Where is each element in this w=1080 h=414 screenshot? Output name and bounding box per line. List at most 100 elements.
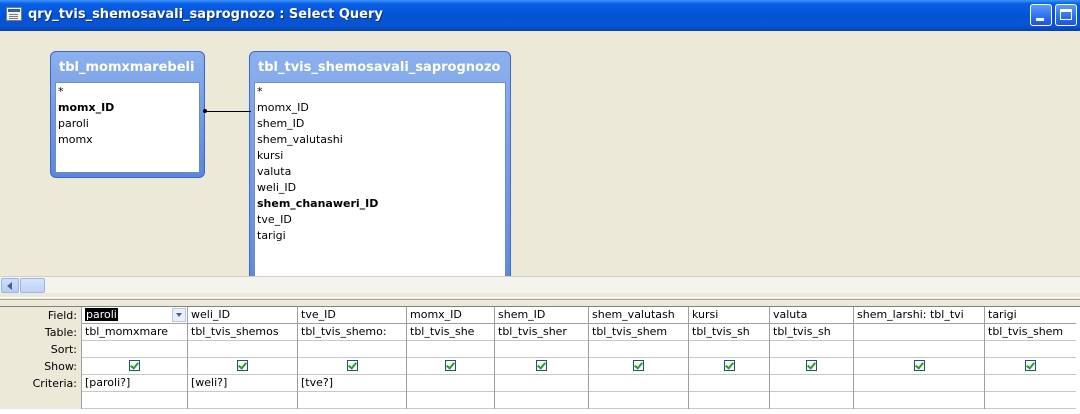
grid-criteria-cell[interactable]: [weli?] xyxy=(188,375,297,392)
grid-show-cell[interactable] xyxy=(407,358,494,375)
grid-field-cell[interactable]: shem_valutash xyxy=(589,307,688,324)
field-list-item[interactable]: tve_ID xyxy=(257,212,505,228)
grid-sort-cell[interactable] xyxy=(770,341,853,358)
field-list-item[interactable]: momx_ID xyxy=(58,100,199,116)
grid-table-cell[interactable]: tbl_tvis_shem xyxy=(589,324,688,341)
grid-show-cell[interactable] xyxy=(188,358,297,375)
show-checkbox[interactable] xyxy=(237,360,248,371)
field-list-body[interactable]: * momx_ID shem_ID shem_valutashi kursi valuta… xyxy=(254,82,506,296)
grid-column[interactable]: tarigi tbl_tvis_shem xyxy=(984,307,1076,409)
grid-field-cell[interactable]: tarigi xyxy=(985,307,1076,324)
field-list-body[interactable]: * momx_ID paroli momx xyxy=(55,82,200,173)
grid-show-cell[interactable] xyxy=(854,358,984,375)
diagram-horizontal-scrollbar[interactable] xyxy=(0,276,1080,293)
field-list-item[interactable]: * xyxy=(257,84,505,100)
grid-table-cell[interactable]: tbl_tvis_sh xyxy=(770,324,853,341)
field-list-item[interactable]: weli_ID xyxy=(257,180,505,196)
grid-column[interactable]: kursi tbl_tvis_sh xyxy=(688,307,769,409)
relationship-join-line[interactable] xyxy=(205,111,251,112)
field-list-item[interactable]: kursi xyxy=(257,148,505,164)
query-design-grid[interactable]: Field: Table: Sort: Show: Criteria: paro… xyxy=(0,307,1080,414)
grid-column[interactable]: shem_larshi: tbl_tvi xyxy=(853,307,984,409)
minimize-button[interactable] xyxy=(1030,4,1052,26)
scroll-left-button[interactable] xyxy=(1,278,19,293)
scroll-thumb[interactable] xyxy=(20,278,45,293)
window-title-bar[interactable]: qry_tvis_shemosavali_saprognozo : Select… xyxy=(0,0,1080,31)
grid-table-cell[interactable]: tbl_momxmare xyxy=(82,324,187,341)
show-checkbox[interactable] xyxy=(536,360,547,371)
show-checkbox[interactable] xyxy=(633,360,644,371)
grid-field-cell[interactable]: momx_ID xyxy=(407,307,494,324)
show-checkbox[interactable] xyxy=(1025,360,1036,371)
grid-sort-cell[interactable] xyxy=(495,341,588,358)
grid-sort-cell[interactable] xyxy=(82,341,187,358)
grid-column[interactable]: shem_ID tbl_tvis_sher xyxy=(494,307,588,409)
grid-or-cell[interactable] xyxy=(589,392,688,409)
field-list-item[interactable]: shem_valutashi xyxy=(257,132,505,148)
grid-table-cell[interactable]: tbl_tvis_sh xyxy=(689,324,769,341)
field-list-tbl-momxmarebeli[interactable]: tbl_momxmarebeli * momx_ID paroli momx xyxy=(50,51,205,178)
field-list-item[interactable]: valuta xyxy=(257,164,505,180)
field-dropdown-button[interactable] xyxy=(172,308,186,322)
grid-criteria-cell[interactable] xyxy=(589,375,688,392)
grid-column[interactable]: paroli tbl_momxmare [paroli?] xyxy=(81,307,187,409)
grid-show-cell[interactable] xyxy=(495,358,588,375)
field-list-item[interactable]: momx xyxy=(58,132,199,148)
grid-or-cell[interactable] xyxy=(770,392,853,409)
grid-column[interactable]: shem_valutash tbl_tvis_shem xyxy=(588,307,688,409)
grid-field-cell[interactable]: paroli xyxy=(82,307,187,324)
query-window-icon[interactable] xyxy=(6,7,22,21)
field-list-item[interactable]: shem_chanaweri_ID xyxy=(257,196,505,212)
grid-or-cell[interactable] xyxy=(689,392,769,409)
field-list-item[interactable]: * xyxy=(58,84,199,100)
grid-criteria-cell[interactable]: [paroli?] xyxy=(82,375,187,392)
grid-table-cell[interactable]: tbl_tvis_she xyxy=(407,324,494,341)
grid-criteria-cell[interactable] xyxy=(495,375,588,392)
grid-criteria-cell[interactable] xyxy=(770,375,853,392)
grid-field-cell[interactable]: shem_ID xyxy=(495,307,588,324)
grid-sort-cell[interactable] xyxy=(298,341,406,358)
grid-table-cell[interactable] xyxy=(854,324,984,341)
field-list-title[interactable]: tbl_tvis_shemosavali_saprognozo xyxy=(258,60,500,75)
grid-or-cell[interactable] xyxy=(188,392,297,409)
grid-or-cell[interactable] xyxy=(298,392,406,409)
grid-criteria-cell[interactable] xyxy=(854,375,984,392)
grid-or-cell[interactable] xyxy=(495,392,588,409)
grid-table-cell[interactable]: tbl_tvis_sher xyxy=(495,324,588,341)
grid-show-cell[interactable] xyxy=(985,358,1076,375)
grid-table-cell[interactable]: tbl_tvis_shem xyxy=(985,324,1076,341)
grid-show-cell[interactable] xyxy=(82,358,187,375)
grid-field-cell[interactable]: tve_ID xyxy=(298,307,406,324)
query-design-pane[interactable]: tbl_momxmarebeli * momx_ID paroli momx tbl_… xyxy=(0,31,1080,301)
show-checkbox[interactable] xyxy=(346,360,358,371)
grid-column[interactable]: weli_ID tbl_tvis_shemos [weli?] xyxy=(187,307,297,409)
grid-table-cell[interactable]: tbl_tvis_shemo: xyxy=(298,324,406,341)
grid-or-cell[interactable] xyxy=(985,392,1076,409)
grid-sort-cell[interactable] xyxy=(589,341,688,358)
field-list-item[interactable]: tarigi xyxy=(257,228,505,244)
grid-show-cell[interactable] xyxy=(589,358,688,375)
grid-column[interactable]: tve_ID tbl_tvis_shemo: [tve?] xyxy=(297,307,406,409)
maximize-button[interactable] xyxy=(1055,4,1077,26)
show-checkbox[interactable] xyxy=(723,360,735,371)
grid-sort-cell[interactable] xyxy=(689,341,769,358)
show-checkbox[interactable] xyxy=(445,360,456,371)
show-checkbox[interactable] xyxy=(913,360,925,371)
grid-field-cell[interactable]: kursi xyxy=(689,307,769,324)
grid-show-cell[interactable] xyxy=(689,358,769,375)
field-list-tbl-tvis-shemosavali-saprognozo[interactable]: tbl_tvis_shemosavali_saprognozo * momx_ID… xyxy=(249,51,511,301)
grid-field-cell[interactable]: shem_larshi: tbl_tvi xyxy=(854,307,984,324)
pane-splitter[interactable] xyxy=(0,293,1080,307)
grid-or-cell[interactable] xyxy=(82,392,187,409)
grid-criteria-cell[interactable] xyxy=(689,375,769,392)
grid-show-cell[interactable] xyxy=(770,358,853,375)
grid-or-cell[interactable] xyxy=(854,392,984,409)
grid-criteria-cell[interactable] xyxy=(985,375,1076,392)
grid-show-cell[interactable] xyxy=(298,358,406,375)
grid-sort-cell[interactable] xyxy=(985,341,1076,358)
grid-sort-cell[interactable] xyxy=(188,341,297,358)
field-list-item[interactable]: shem_ID xyxy=(257,116,505,132)
grid-or-cell[interactable] xyxy=(407,392,494,409)
field-list-item[interactable]: momx_ID xyxy=(257,100,505,116)
grid-sort-cell[interactable] xyxy=(854,341,984,358)
